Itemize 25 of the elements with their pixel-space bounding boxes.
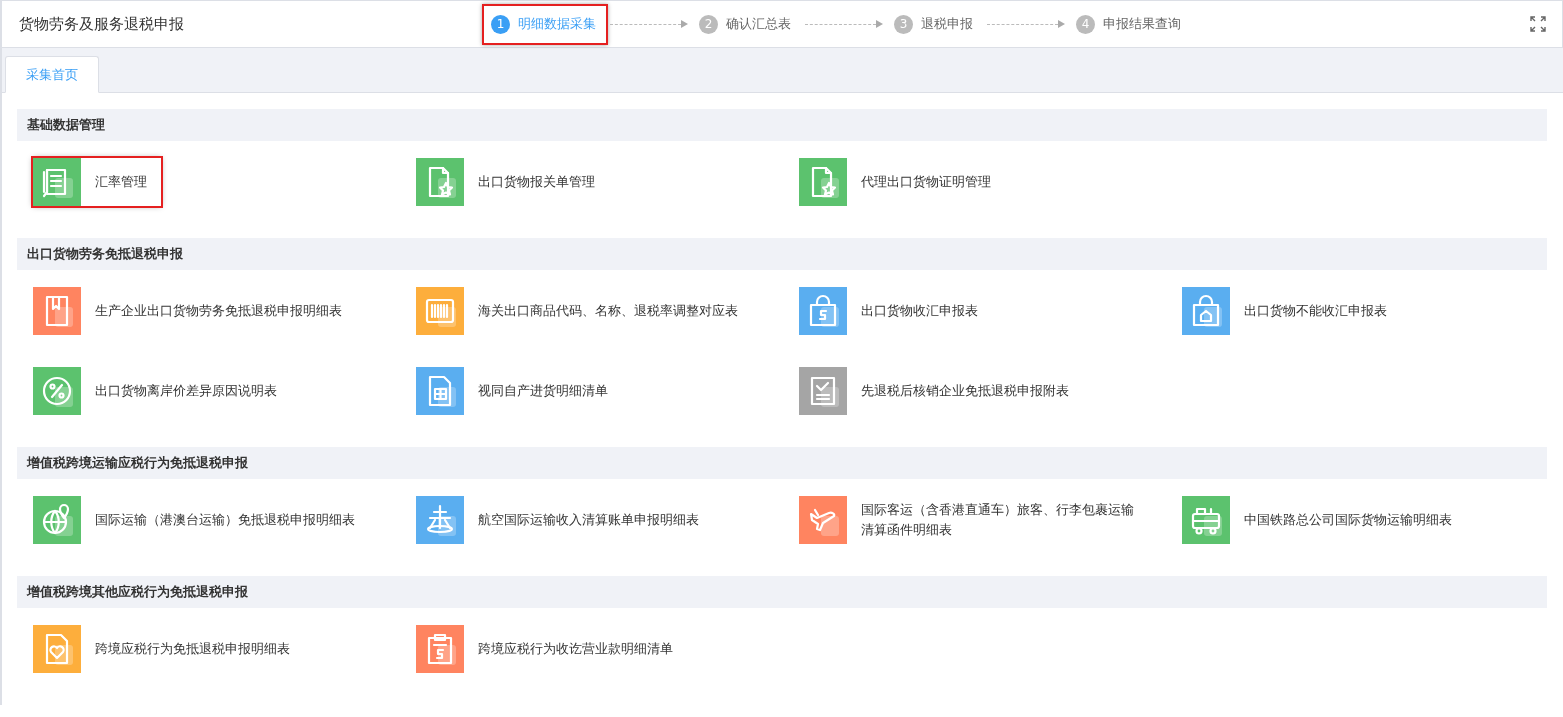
menu-item[interactable]: 中国铁路总公司国际货物运输明细表 [1182, 496, 1452, 544]
menu-item[interactable]: 国际运输（港澳台运输）免抵退税申报明细表 [33, 496, 355, 544]
menu-item[interactable]: 海关出口商品代码、名称、退税率调整对应表 [416, 287, 738, 335]
menu-item[interactable]: 出口货物不能收汇申报表 [1182, 287, 1387, 335]
section-title: 出口货物劳务免抵退税申报 [27, 245, 183, 263]
section-title: 增值税跨境其他应税行为免抵退税申报 [27, 583, 248, 601]
section-title: 基础数据管理 [27, 116, 105, 134]
step-item[interactable]: 2 确认汇总表 [690, 3, 803, 45]
fullscreen-icon[interactable] [1530, 16, 1546, 32]
page-title: 货物劳务及服务退税申报 [18, 14, 185, 34]
step-item[interactable]: 4 申报结果查询 [1067, 3, 1193, 45]
menu-item[interactable]: 汇率管理 [33, 158, 161, 206]
menu-item[interactable]: 跨境应税行为免抵退税申报明细表 [33, 625, 290, 673]
menu-item[interactable]: 代理出口货物证明管理 [799, 158, 991, 206]
menu-item[interactable]: 生产企业出口货物劳务免抵退税申报明细表 [33, 287, 342, 335]
menu-item[interactable]: 出口货物收汇申报表 [799, 287, 978, 335]
menu-item[interactable]: 先退税后核销企业免抵退税申报附表 [799, 367, 1069, 415]
section-title: 增值税跨境运输应税行为免抵退税申报 [27, 454, 248, 472]
menu-item[interactable]: 航空国际运输收入清算账单申报明细表 [416, 496, 699, 544]
menu-item[interactable]: 视同自产进货明细清单 [416, 367, 608, 415]
menu-item[interactable]: 跨境应税行为收讫营业款明细清单 [416, 625, 673, 673]
menu-item[interactable]: 国际客运（含香港直通车）旅客、行李包裹运输清算函件明细表 [799, 496, 1137, 544]
step-item[interactable]: 3 退税申报 [885, 3, 985, 45]
menu-item[interactable]: 出口货物离岸价差异原因说明表 [33, 367, 277, 415]
menu-item[interactable]: 出口货物报关单管理 [416, 158, 595, 206]
